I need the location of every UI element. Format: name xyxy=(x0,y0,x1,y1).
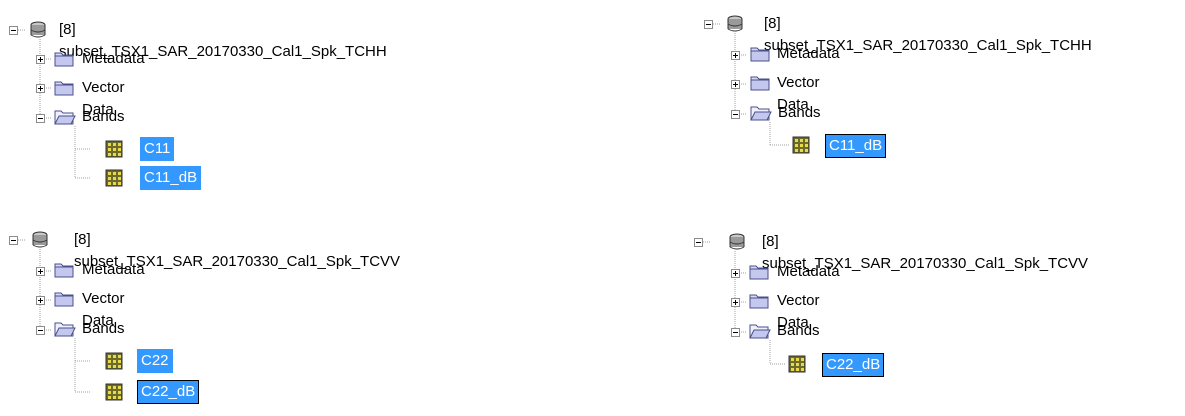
expand-toggle-vector-data[interactable] xyxy=(731,298,740,307)
folder-closed-icon xyxy=(54,261,74,283)
folder-open-icon xyxy=(749,322,771,344)
raster-band-icon xyxy=(105,383,123,405)
raster-band-icon xyxy=(792,136,810,158)
product-database-icon xyxy=(30,230,50,254)
folder-closed-icon xyxy=(749,263,769,285)
tree-item-metadata[interactable]: Metadata xyxy=(777,261,840,283)
tree-item-bands[interactable]: Bands xyxy=(82,318,125,340)
band-item-c11-db[interactable]: C11_dB xyxy=(825,134,887,158)
folder-closed-icon xyxy=(750,74,770,96)
tree-item-bands[interactable]: Bands xyxy=(777,320,820,342)
expand-toggle-metadata[interactable] xyxy=(731,269,740,278)
expand-toggle-metadata[interactable] xyxy=(731,51,740,60)
folder-open-icon xyxy=(54,320,76,342)
expand-toggle-vector-data[interactable] xyxy=(36,296,45,305)
folder-closed-icon xyxy=(749,292,769,314)
band-item-c11-db[interactable]: C11_dB xyxy=(140,166,202,190)
folder-open-icon xyxy=(750,104,772,126)
band-item-c22-db[interactable]: C22_dB xyxy=(822,353,885,377)
band-item-c22[interactable]: C22 xyxy=(137,349,173,373)
collapse-toggle-product[interactable] xyxy=(9,26,18,35)
folder-closed-icon xyxy=(750,45,770,67)
raster-band-icon xyxy=(105,169,123,191)
tree-item-metadata[interactable]: Metadata xyxy=(82,48,145,70)
folder-closed-icon xyxy=(54,79,74,101)
collapse-toggle-product[interactable] xyxy=(694,238,703,247)
folder-closed-icon xyxy=(54,50,74,72)
collapse-toggle-bands[interactable] xyxy=(731,110,740,119)
tree-item-metadata[interactable]: Metadata xyxy=(82,259,145,281)
collapse-toggle-bands[interactable] xyxy=(36,114,45,123)
expand-toggle-metadata[interactable] xyxy=(36,55,45,64)
folder-open-icon xyxy=(54,108,76,130)
product-database-icon xyxy=(727,232,747,256)
raster-band-icon xyxy=(105,352,123,374)
raster-band-icon xyxy=(788,355,806,377)
collapse-toggle-product[interactable] xyxy=(9,236,18,245)
product-database-icon xyxy=(725,14,745,38)
expand-toggle-vector-data[interactable] xyxy=(731,80,740,89)
product-database-icon xyxy=(28,20,48,44)
collapse-toggle-bands[interactable] xyxy=(36,326,45,335)
tree-item-bands[interactable]: Bands xyxy=(778,102,821,124)
expand-toggle-metadata[interactable] xyxy=(36,267,45,276)
folder-closed-icon xyxy=(54,290,74,312)
expand-toggle-vector-data[interactable] xyxy=(36,84,45,93)
collapse-toggle-product[interactable] xyxy=(704,20,713,29)
band-item-c22-db[interactable]: C22_dB xyxy=(137,380,200,404)
band-item-c11[interactable]: C11 xyxy=(140,137,175,161)
collapse-toggle-bands[interactable] xyxy=(731,328,740,337)
raster-band-icon xyxy=(105,140,123,162)
tree-item-metadata[interactable]: Metadata xyxy=(777,43,840,65)
tree-item-bands[interactable]: Bands xyxy=(82,106,125,128)
